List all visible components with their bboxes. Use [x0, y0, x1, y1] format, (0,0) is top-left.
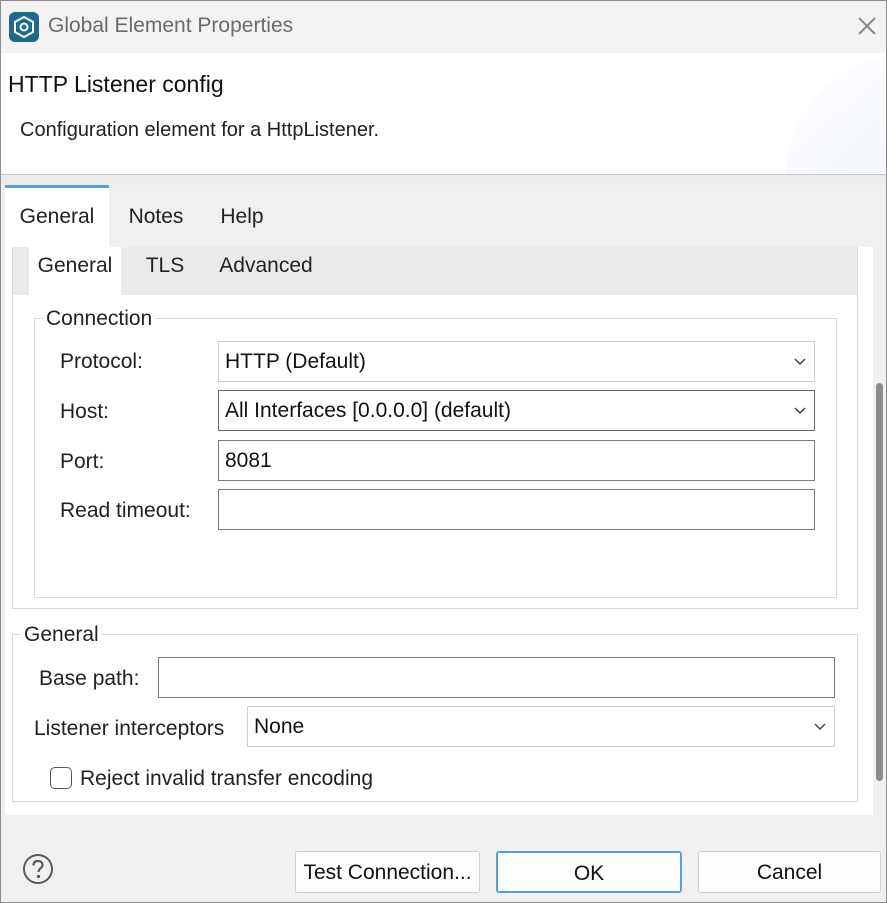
connection-legend: Connection — [43, 307, 156, 331]
host-value: All Interfaces [0.0.0.0] (default) — [225, 399, 511, 422]
tab-general[interactable]: General — [5, 185, 109, 247]
reject-invalid-checkbox[interactable] — [50, 767, 72, 789]
protocol-select[interactable]: HTTP (Default) — [218, 341, 815, 382]
read-timeout-input[interactable] — [218, 489, 815, 530]
title-bar: Global Element Properties — [1, 1, 886, 53]
reject-invalid-label: Reject invalid transfer encoding — [80, 767, 373, 790]
page-description: Configuration element for a HttpListener… — [20, 119, 380, 141]
header-separator — [1, 175, 886, 185]
protocol-label: Protocol: — [60, 350, 143, 373]
window-title: Global Element Properties — [48, 14, 294, 37]
general-legend: General — [21, 623, 102, 647]
host-label: Host: — [60, 400, 110, 423]
port-label: Port: — [60, 450, 105, 473]
listener-interceptors-value: None — [254, 715, 305, 738]
connection-panel: General TLS Advanced Connection Protocol… — [12, 247, 858, 609]
port-input[interactable]: 8081 — [218, 440, 815, 481]
dialog-header: HTTP Listener config Configuration eleme… — [1, 53, 886, 175]
header-decoration — [786, 56, 886, 173]
scroll-thumb[interactable] — [876, 383, 883, 781]
vertical-scrollbar[interactable] — [873, 247, 886, 815]
close-icon[interactable] — [852, 11, 882, 41]
page-title: HTTP Listener config — [8, 71, 224, 97]
cancel-button[interactable]: Cancel — [698, 851, 881, 893]
tab-bar: General Notes Help — [1, 185, 886, 247]
base-path-input[interactable] — [158, 657, 835, 698]
base-path-label: Base path: — [39, 667, 140, 690]
inner-tab-general[interactable]: General — [29, 247, 121, 295]
inner-tab-tls[interactable]: TLS — [137, 247, 193, 295]
host-select[interactable]: All Interfaces [0.0.0.0] (default) — [218, 390, 815, 431]
dialog-footer: Test Connection... OK Cancel — [1, 815, 886, 902]
listener-interceptors-label: Listener interceptors — [34, 717, 225, 740]
ok-button[interactable]: OK — [496, 851, 682, 893]
tab-notes[interactable]: Notes — [109, 185, 203, 247]
chevron-down-icon — [794, 407, 806, 415]
help-icon[interactable] — [22, 853, 54, 885]
listener-interceptors-select[interactable]: None — [247, 706, 835, 747]
read-timeout-label: Read timeout: — [60, 499, 191, 522]
protocol-value: HTTP (Default) — [225, 350, 366, 373]
test-connection-button[interactable]: Test Connection... — [295, 851, 480, 893]
tab-content: General TLS Advanced Connection Protocol… — [5, 247, 873, 815]
inner-tab-bar: General TLS Advanced — [13, 247, 857, 295]
dialog-window: Global Element Properties HTTP Listener … — [0, 0, 887, 903]
mule-studio-icon — [9, 12, 39, 42]
tab-help[interactable]: Help — [203, 185, 281, 247]
chevron-down-icon — [814, 723, 826, 731]
inner-tab-advanced[interactable]: Advanced — [209, 247, 323, 295]
chevron-down-icon — [794, 358, 806, 366]
